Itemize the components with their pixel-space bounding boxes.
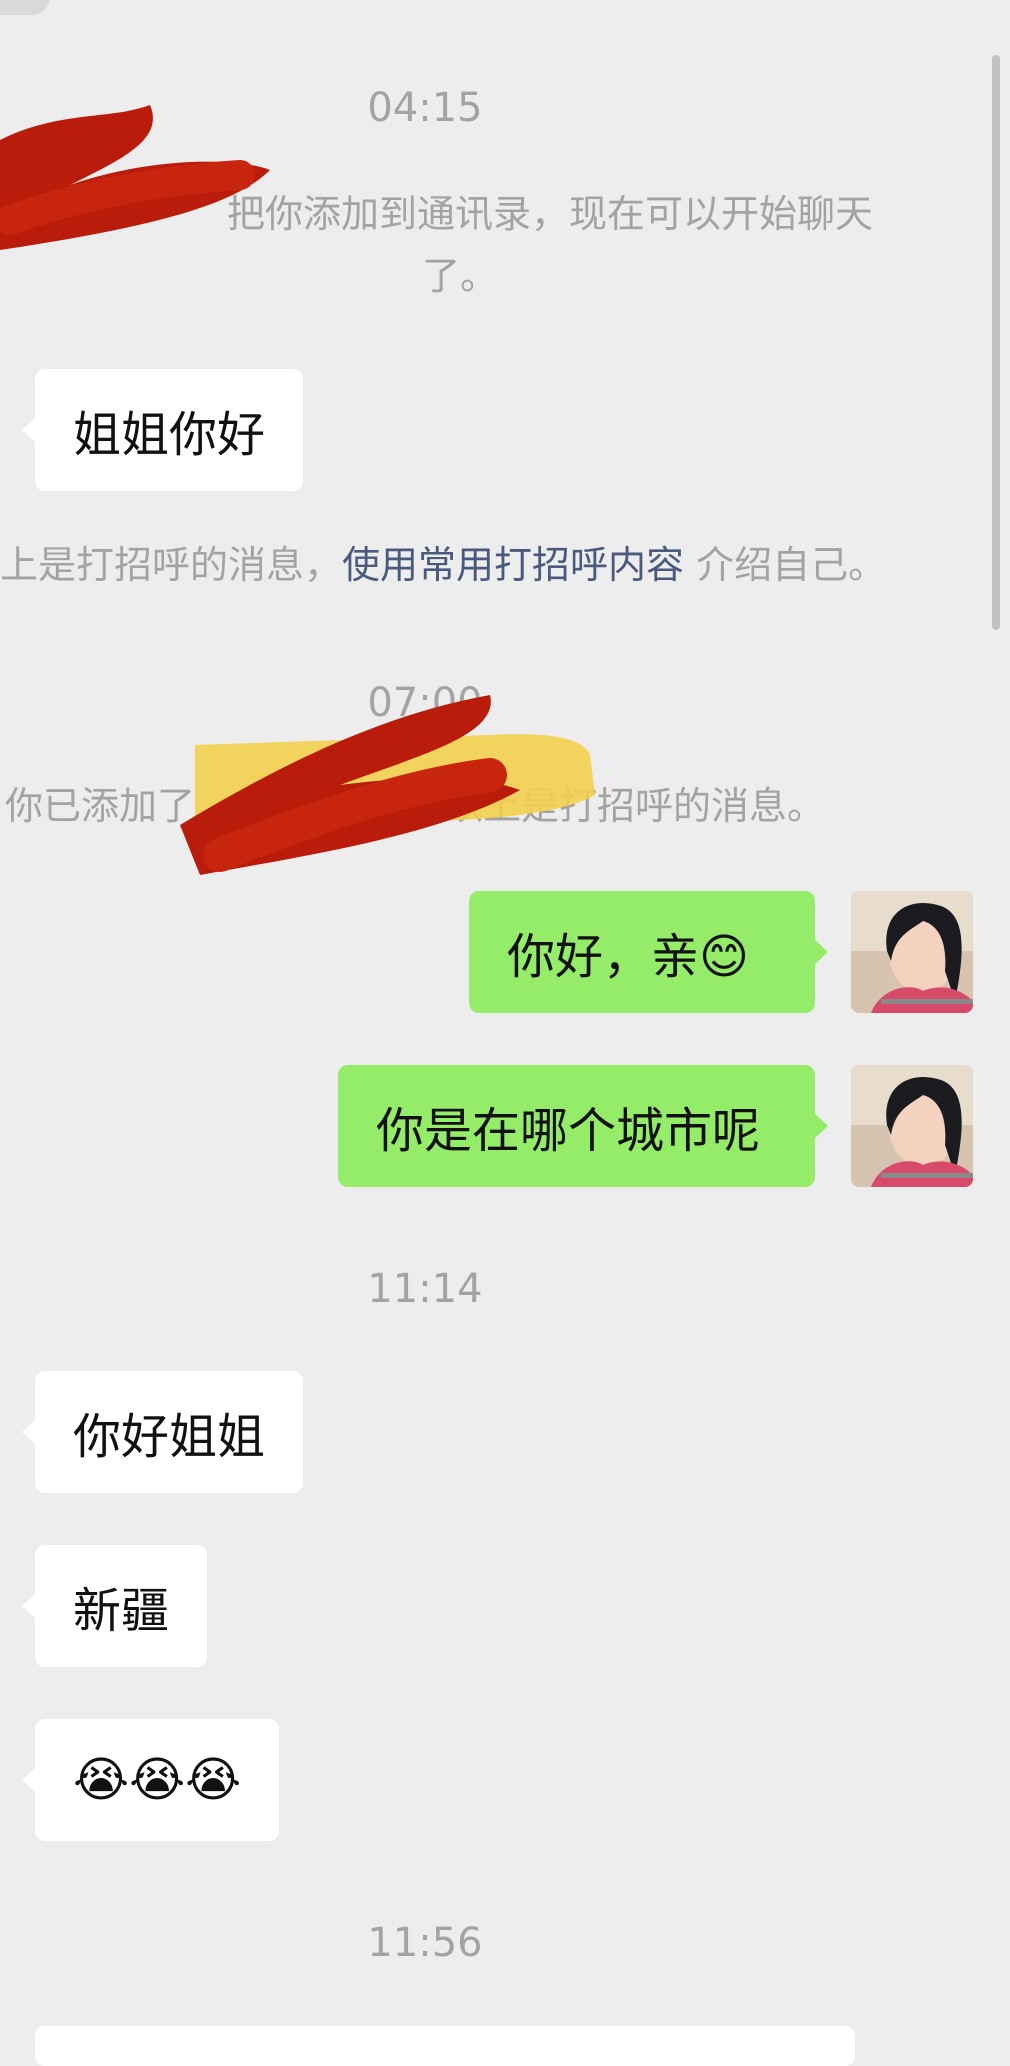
- message-text: 😭😭😭: [73, 1752, 242, 1808]
- message-bubble-incoming-partial[interactable]: [35, 2026, 855, 2066]
- redaction-scribble: [0, 105, 270, 250]
- avatar-photo-icon: [851, 1065, 973, 1187]
- user-avatar[interactable]: [851, 1065, 973, 1187]
- redaction-scribble: [180, 695, 595, 875]
- greeting-template-link[interactable]: 使用常用打招呼内容: [342, 543, 684, 587]
- message-bubble-incoming[interactable]: 姐姐你好: [21, 369, 304, 491]
- message-bubble-outgoing[interactable]: 你是在哪个城市呢: [338, 1065, 828, 1187]
- avatar-photo-icon: [851, 891, 973, 1013]
- timestamp: 11:56: [367, 1920, 483, 1966]
- message-text: 新疆: [73, 1583, 170, 1639]
- message-text: 你是在哪个城市呢: [376, 1103, 761, 1159]
- system-message-greeting: 上是打招呼的消息，使用常用打招呼内容 介绍自己。: [0, 534, 886, 596]
- message-bubble-incoming[interactable]: 你好姐姐: [21, 1371, 304, 1493]
- back-button-fragment[interactable]: [0, 0, 50, 15]
- message-bubble-incoming[interactable]: 新疆: [21, 1545, 208, 1667]
- message-text: 你好姐姐: [73, 1409, 266, 1465]
- message-bubble-incoming[interactable]: 😭😭😭: [21, 1719, 280, 1841]
- system-message-suffix: 介绍自己。: [696, 543, 887, 587]
- scrollbar[interactable]: [992, 55, 1000, 630]
- message-text: 你好，亲😊: [507, 929, 750, 985]
- message-text: 姐姐你好: [73, 407, 266, 463]
- user-avatar[interactable]: [851, 891, 973, 1013]
- message-bubble-outgoing[interactable]: 你好，亲😊: [469, 891, 828, 1013]
- system-message-prefix: 上是打招呼的消息，: [0, 543, 343, 587]
- timestamp: 11:14: [367, 1266, 483, 1312]
